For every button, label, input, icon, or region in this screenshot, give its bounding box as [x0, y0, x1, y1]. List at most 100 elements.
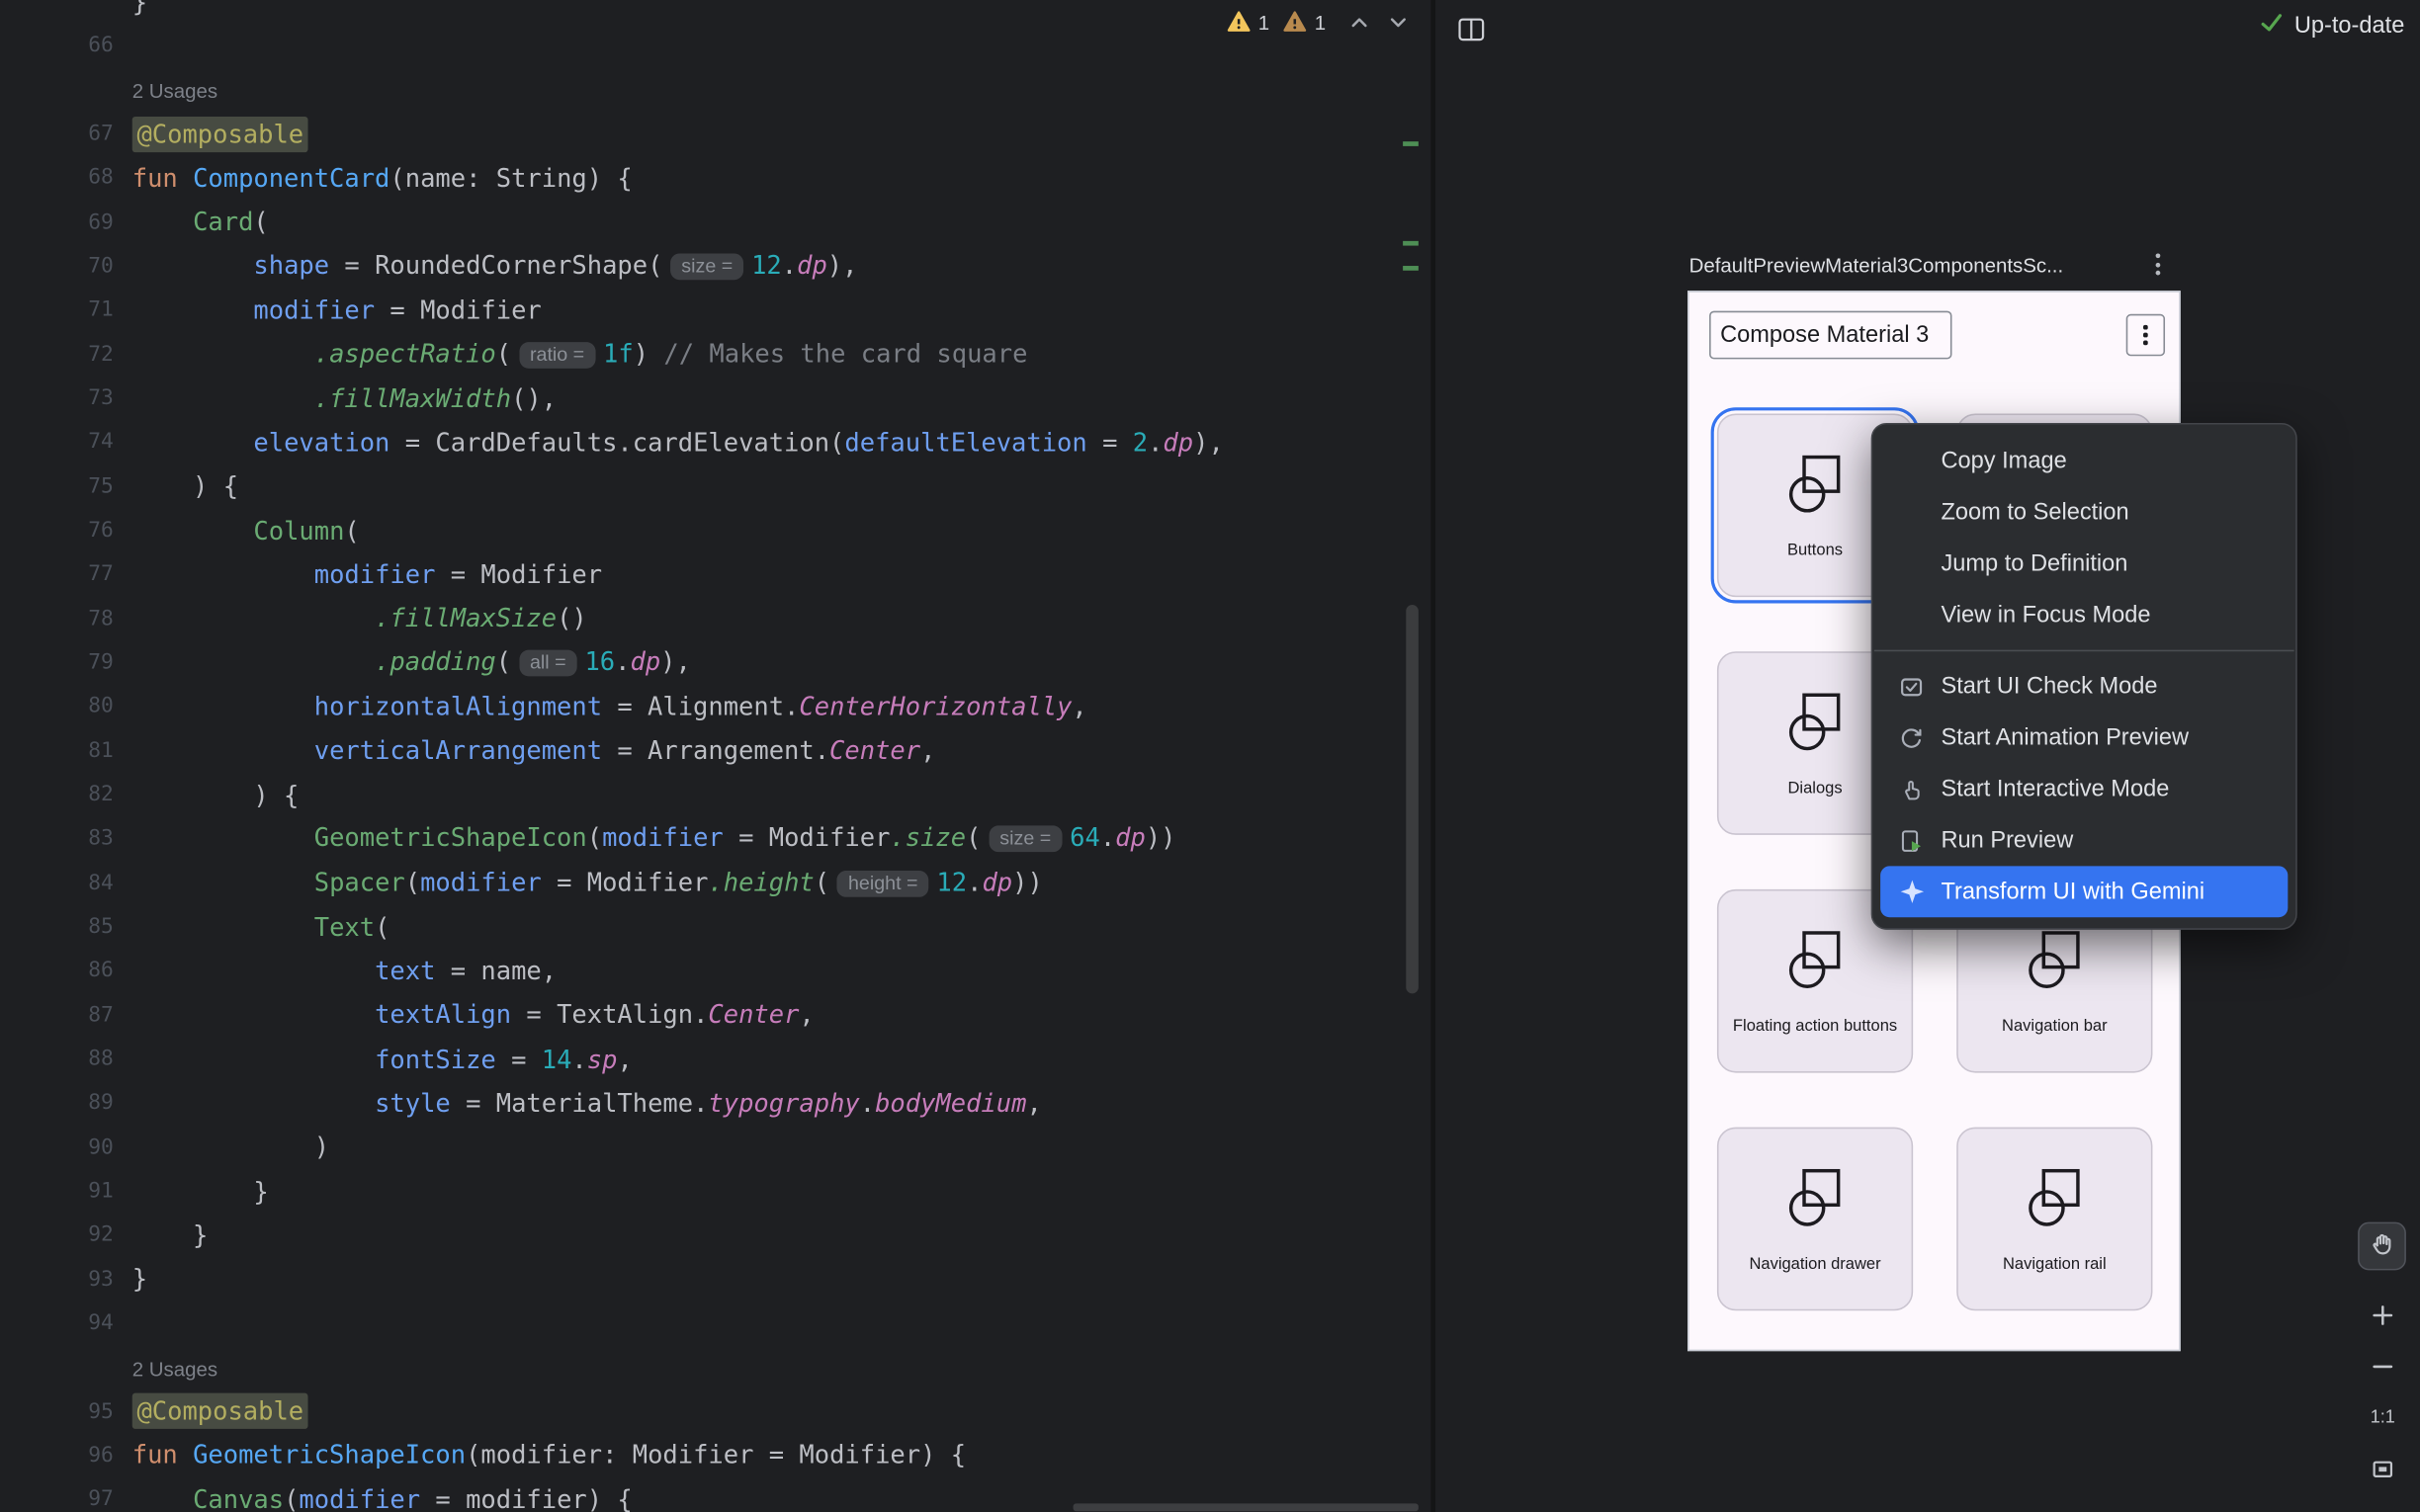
next-problem-icon[interactable]: [1388, 12, 1410, 32]
warning-count[interactable]: 1: [1258, 10, 1269, 34]
line-number[interactable]: 68: [0, 166, 114, 191]
vertical-scrollbar[interactable]: [1406, 605, 1419, 993]
usages-inlay[interactable]: 2 Usages: [132, 80, 217, 104]
code-line[interactable]: 91 }: [0, 1169, 1430, 1214]
inlay-hint[interactable]: height =: [837, 871, 929, 897]
code-line[interactable]: 2 Usages: [0, 1345, 1430, 1389]
code-editor[interactable]: }662 Usages67@Composable68fun ComponentC…: [0, 0, 1430, 1512]
code-line[interactable]: 67@Composable: [0, 112, 1430, 156]
code-line[interactable]: 94: [0, 1302, 1430, 1346]
code-line[interactable]: 86 text = name,: [0, 949, 1430, 993]
code-line[interactable]: 78 .fillMaxSize(): [0, 597, 1430, 641]
preview-card-navigation-drawer[interactable]: Navigation drawer: [1717, 1128, 1913, 1311]
menu-item-run-preview[interactable]: Run Preview: [1880, 814, 2288, 866]
code-line[interactable]: 69 Card(: [0, 200, 1430, 244]
menu-item-start-animation-preview[interactable]: Start Animation Preview: [1880, 713, 2288, 764]
zoom-to-fit-button[interactable]: [2363, 1449, 2403, 1489]
code-line[interactable]: 96fun GeometricShapeIcon(modifier: Modif…: [0, 1433, 1430, 1477]
line-number[interactable]: 82: [0, 782, 114, 806]
line-number[interactable]: 77: [0, 562, 114, 587]
line-number[interactable]: 92: [0, 1222, 114, 1247]
code-line[interactable]: 72 .aspectRatio(ratio =1f) // Makes the …: [0, 332, 1430, 377]
line-number[interactable]: 69: [0, 210, 114, 234]
code-line[interactable]: 68fun ComponentCard(name: String) {: [0, 156, 1430, 201]
code-line[interactable]: 90 ): [0, 1125, 1430, 1169]
menu-item-start-ui-check-mode[interactable]: Start UI Check Mode: [1880, 661, 2288, 713]
line-number[interactable]: 73: [0, 385, 114, 410]
line-number[interactable]: 75: [0, 473, 114, 498]
preview-title[interactable]: DefaultPreviewMaterial3ComponentsSc...: [1689, 253, 2064, 277]
line-number[interactable]: 81: [0, 738, 114, 763]
code-line[interactable]: 70 shape = RoundedCornerShape(size =12.d…: [0, 244, 1430, 289]
line-number[interactable]: 71: [0, 297, 114, 322]
line-number[interactable]: 78: [0, 606, 114, 630]
code-line[interactable]: 77 modifier = Modifier: [0, 552, 1430, 597]
code-line[interactable]: 73 .fillMaxWidth(),: [0, 377, 1430, 421]
code-line[interactable]: 76 Column(: [0, 508, 1430, 552]
line-number[interactable]: 87: [0, 1002, 114, 1027]
line-number[interactable]: 90: [0, 1134, 114, 1159]
line-number[interactable]: 93: [0, 1267, 114, 1292]
code-line[interactable]: 83 GeometricShapeIcon(modifier = Modifie…: [0, 816, 1430, 861]
preview-card-navigation-rail[interactable]: Navigation rail: [1956, 1128, 2152, 1311]
inlay-hint[interactable]: size =: [670, 254, 743, 281]
line-number[interactable]: 76: [0, 518, 114, 543]
code-line[interactable]: 84 Spacer(modifier = Modifier.height(hei…: [0, 861, 1430, 905]
code-line[interactable]: 87 textAlign = TextAlign.Center,: [0, 993, 1430, 1038]
code-line[interactable]: 82 ) {: [0, 773, 1430, 817]
sync-status[interactable]: Up-to-date: [2260, 13, 2404, 40]
code-line[interactable]: 75 ) {: [0, 464, 1430, 509]
weak-warning-count[interactable]: 1: [1315, 10, 1326, 34]
code-line[interactable]: 92 }: [0, 1213, 1430, 1257]
horizontal-scrollbar[interactable]: [1074, 1503, 1419, 1511]
code-line[interactable]: 71 modifier = Modifier: [0, 289, 1430, 333]
line-number[interactable]: 67: [0, 122, 114, 146]
line-number[interactable]: 88: [0, 1047, 114, 1071]
line-number[interactable]: 95: [0, 1398, 114, 1423]
code-line[interactable]: 2 Usages: [0, 68, 1430, 113]
line-number[interactable]: 66: [0, 34, 114, 58]
code-line[interactable]: 89 style = MaterialTheme.typography.body…: [0, 1081, 1430, 1126]
line-number[interactable]: 85: [0, 914, 114, 939]
menu-item-transform-ui-with-gemini[interactable]: Transform UI with Gemini: [1880, 866, 2288, 917]
menu-item-jump-to-definition[interactable]: Jump to Definition: [1880, 538, 2288, 589]
line-number[interactable]: 72: [0, 342, 114, 367]
code-line[interactable]: 93}: [0, 1257, 1430, 1302]
line-number[interactable]: 86: [0, 959, 114, 983]
weak-warning-icon[interactable]: [1283, 11, 1307, 33]
menu-item-view-in-focus-mode[interactable]: View in Focus Mode: [1880, 589, 2288, 640]
code-line[interactable]: 95@Composable: [0, 1389, 1430, 1434]
line-number[interactable]: 74: [0, 430, 114, 455]
line-number[interactable]: 79: [0, 650, 114, 675]
inlay-hint[interactable]: ratio =: [519, 342, 595, 369]
split-editor-icon[interactable]: [1454, 13, 1489, 47]
line-number[interactable]: 97: [0, 1487, 114, 1512]
warning-icon[interactable]: [1227, 11, 1251, 33]
line-number[interactable]: 70: [0, 254, 114, 279]
line-number[interactable]: 83: [0, 826, 114, 851]
previous-problem-icon[interactable]: [1349, 12, 1371, 32]
code-line[interactable]: 79 .padding(all =16.dp),: [0, 640, 1430, 685]
code-line[interactable]: 66: [0, 24, 1430, 68]
code-line[interactable]: 85 Text(: [0, 904, 1430, 949]
menu-item-start-interactive-mode[interactable]: Start Interactive Mode: [1880, 763, 2288, 814]
line-number[interactable]: 94: [0, 1310, 114, 1335]
line-number[interactable]: 89: [0, 1090, 114, 1115]
zoom-actual-size-button[interactable]: 1:1: [2363, 1397, 2403, 1438]
code-line[interactable]: 74 elevation = CardDefaults.cardElevatio…: [0, 420, 1430, 464]
code-line[interactable]: 81 verticalArrangement = Arrangement.Cen…: [0, 728, 1430, 773]
inspections-widget[interactable]: 1 1: [1227, 5, 1410, 40]
inlay-hint[interactable]: size =: [989, 826, 1062, 853]
line-number[interactable]: 91: [0, 1179, 114, 1204]
code-line[interactable]: 88 fontSize = 14.sp,: [0, 1037, 1430, 1081]
line-number[interactable]: 96: [0, 1443, 114, 1468]
menu-item-zoom-to-selection[interactable]: Zoom to Selection: [1880, 486, 2288, 538]
code-line[interactable]: 80 horizontalAlignment = Alignment.Cente…: [0, 685, 1430, 729]
line-number[interactable]: 80: [0, 694, 114, 718]
line-number[interactable]: 84: [0, 871, 114, 895]
menu-item-copy-image[interactable]: Copy Image: [1880, 436, 2288, 487]
zoom-out-button[interactable]: [2363, 1346, 2403, 1386]
zoom-in-button[interactable]: [2363, 1296, 2403, 1336]
pan-tool-button[interactable]: [2358, 1222, 2406, 1271]
usages-inlay[interactable]: 2 Usages: [132, 1357, 217, 1381]
